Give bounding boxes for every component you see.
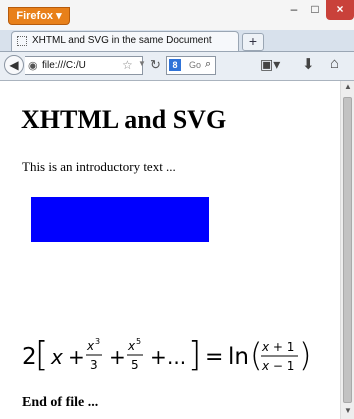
download-icon[interactable]: ⬇ xyxy=(302,55,315,73)
new-tab-button[interactable]: + xyxy=(242,33,264,51)
maximize-button[interactable]: □ xyxy=(305,0,325,20)
svg-text:(: ( xyxy=(250,336,262,374)
svg-text:x: x xyxy=(86,339,95,353)
svg-text:[: [ xyxy=(35,335,48,375)
search-box[interactable]: 8 Go ⌕ xyxy=(166,56,216,75)
svg-text:x: x xyxy=(50,345,63,369)
search-placeholder: Go xyxy=(189,60,202,70)
svg-text:5: 5 xyxy=(131,358,139,372)
minimize-button[interactable]: – xyxy=(284,0,304,20)
svg-text:): ) xyxy=(299,336,311,374)
scroll-up-icon[interactable]: ▲ xyxy=(342,81,354,93)
svg-text:+: + xyxy=(150,345,167,369)
back-arrow-icon[interactable]: ◀ xyxy=(4,55,24,75)
search-icon[interactable]: ⌕ xyxy=(205,58,211,71)
url-dropdown-icon[interactable]: ▼ xyxy=(138,59,146,68)
blue-rectangle xyxy=(31,197,209,242)
firefox-menu-button[interactable]: Firefox ▾ xyxy=(8,7,70,25)
svg-text:ln: ln xyxy=(228,344,249,370)
vertical-scrollbar[interactable]: ▲ ▼ xyxy=(340,81,354,419)
bookmarks-menu-icon[interactable]: ▣▾ xyxy=(260,56,280,73)
globe-icon: ◉ xyxy=(28,60,38,72)
window-titlebar: Firefox ▾ – □ × xyxy=(0,0,354,30)
svg-text:x − 1: x − 1 xyxy=(261,359,294,373)
svg-text:]: ] xyxy=(188,335,201,375)
end-of-file-text: End of file ... xyxy=(22,395,99,410)
tab-title: XHTML and SVG in the same Document xyxy=(32,35,212,46)
search-engine-icon[interactable]: 8 xyxy=(169,59,181,71)
navigation-toolbar: ◀ ◉ file:///C:/U ☆ ▼ ↻ 8 Go ⌕ ▣▾ ⬇ ⌂ xyxy=(0,52,354,81)
reload-icon[interactable]: ↻ xyxy=(150,57,161,73)
svg-text:3: 3 xyxy=(95,337,100,346)
svg-text:x + 1: x + 1 xyxy=(261,340,294,354)
intro-text: This is an introductory text ... xyxy=(22,159,176,174)
svg-text:+: + xyxy=(109,345,126,369)
tab-strip: XHTML and SVG in the same Document + xyxy=(0,30,354,52)
scroll-thumb[interactable] xyxy=(343,97,352,403)
svg-text:3: 3 xyxy=(90,358,98,372)
home-icon[interactable]: ⌂ xyxy=(330,55,339,72)
svg-text:+: + xyxy=(68,345,85,369)
svg-text:x: x xyxy=(127,339,136,353)
svg-text:5: 5 xyxy=(136,337,141,346)
scroll-down-icon[interactable]: ▼ xyxy=(342,405,354,417)
page-favicon-icon xyxy=(17,36,27,46)
math-formula: 2 [ x + x 3 3 + x 5 5 + ... ] = ln ( x +… xyxy=(22,335,311,375)
page-heading: XHTML and SVG xyxy=(21,105,227,134)
bookmark-star-icon[interactable]: ☆ xyxy=(122,58,133,72)
close-button[interactable]: × xyxy=(326,0,354,20)
url-text: file:///C:/U xyxy=(42,60,86,71)
svg-text:=: = xyxy=(205,345,223,370)
page-content: XHTML and SVG This is an introductory te… xyxy=(0,81,340,419)
tab-active[interactable]: XHTML and SVG in the same Document xyxy=(11,31,239,51)
svg-text:...: ... xyxy=(167,345,186,369)
